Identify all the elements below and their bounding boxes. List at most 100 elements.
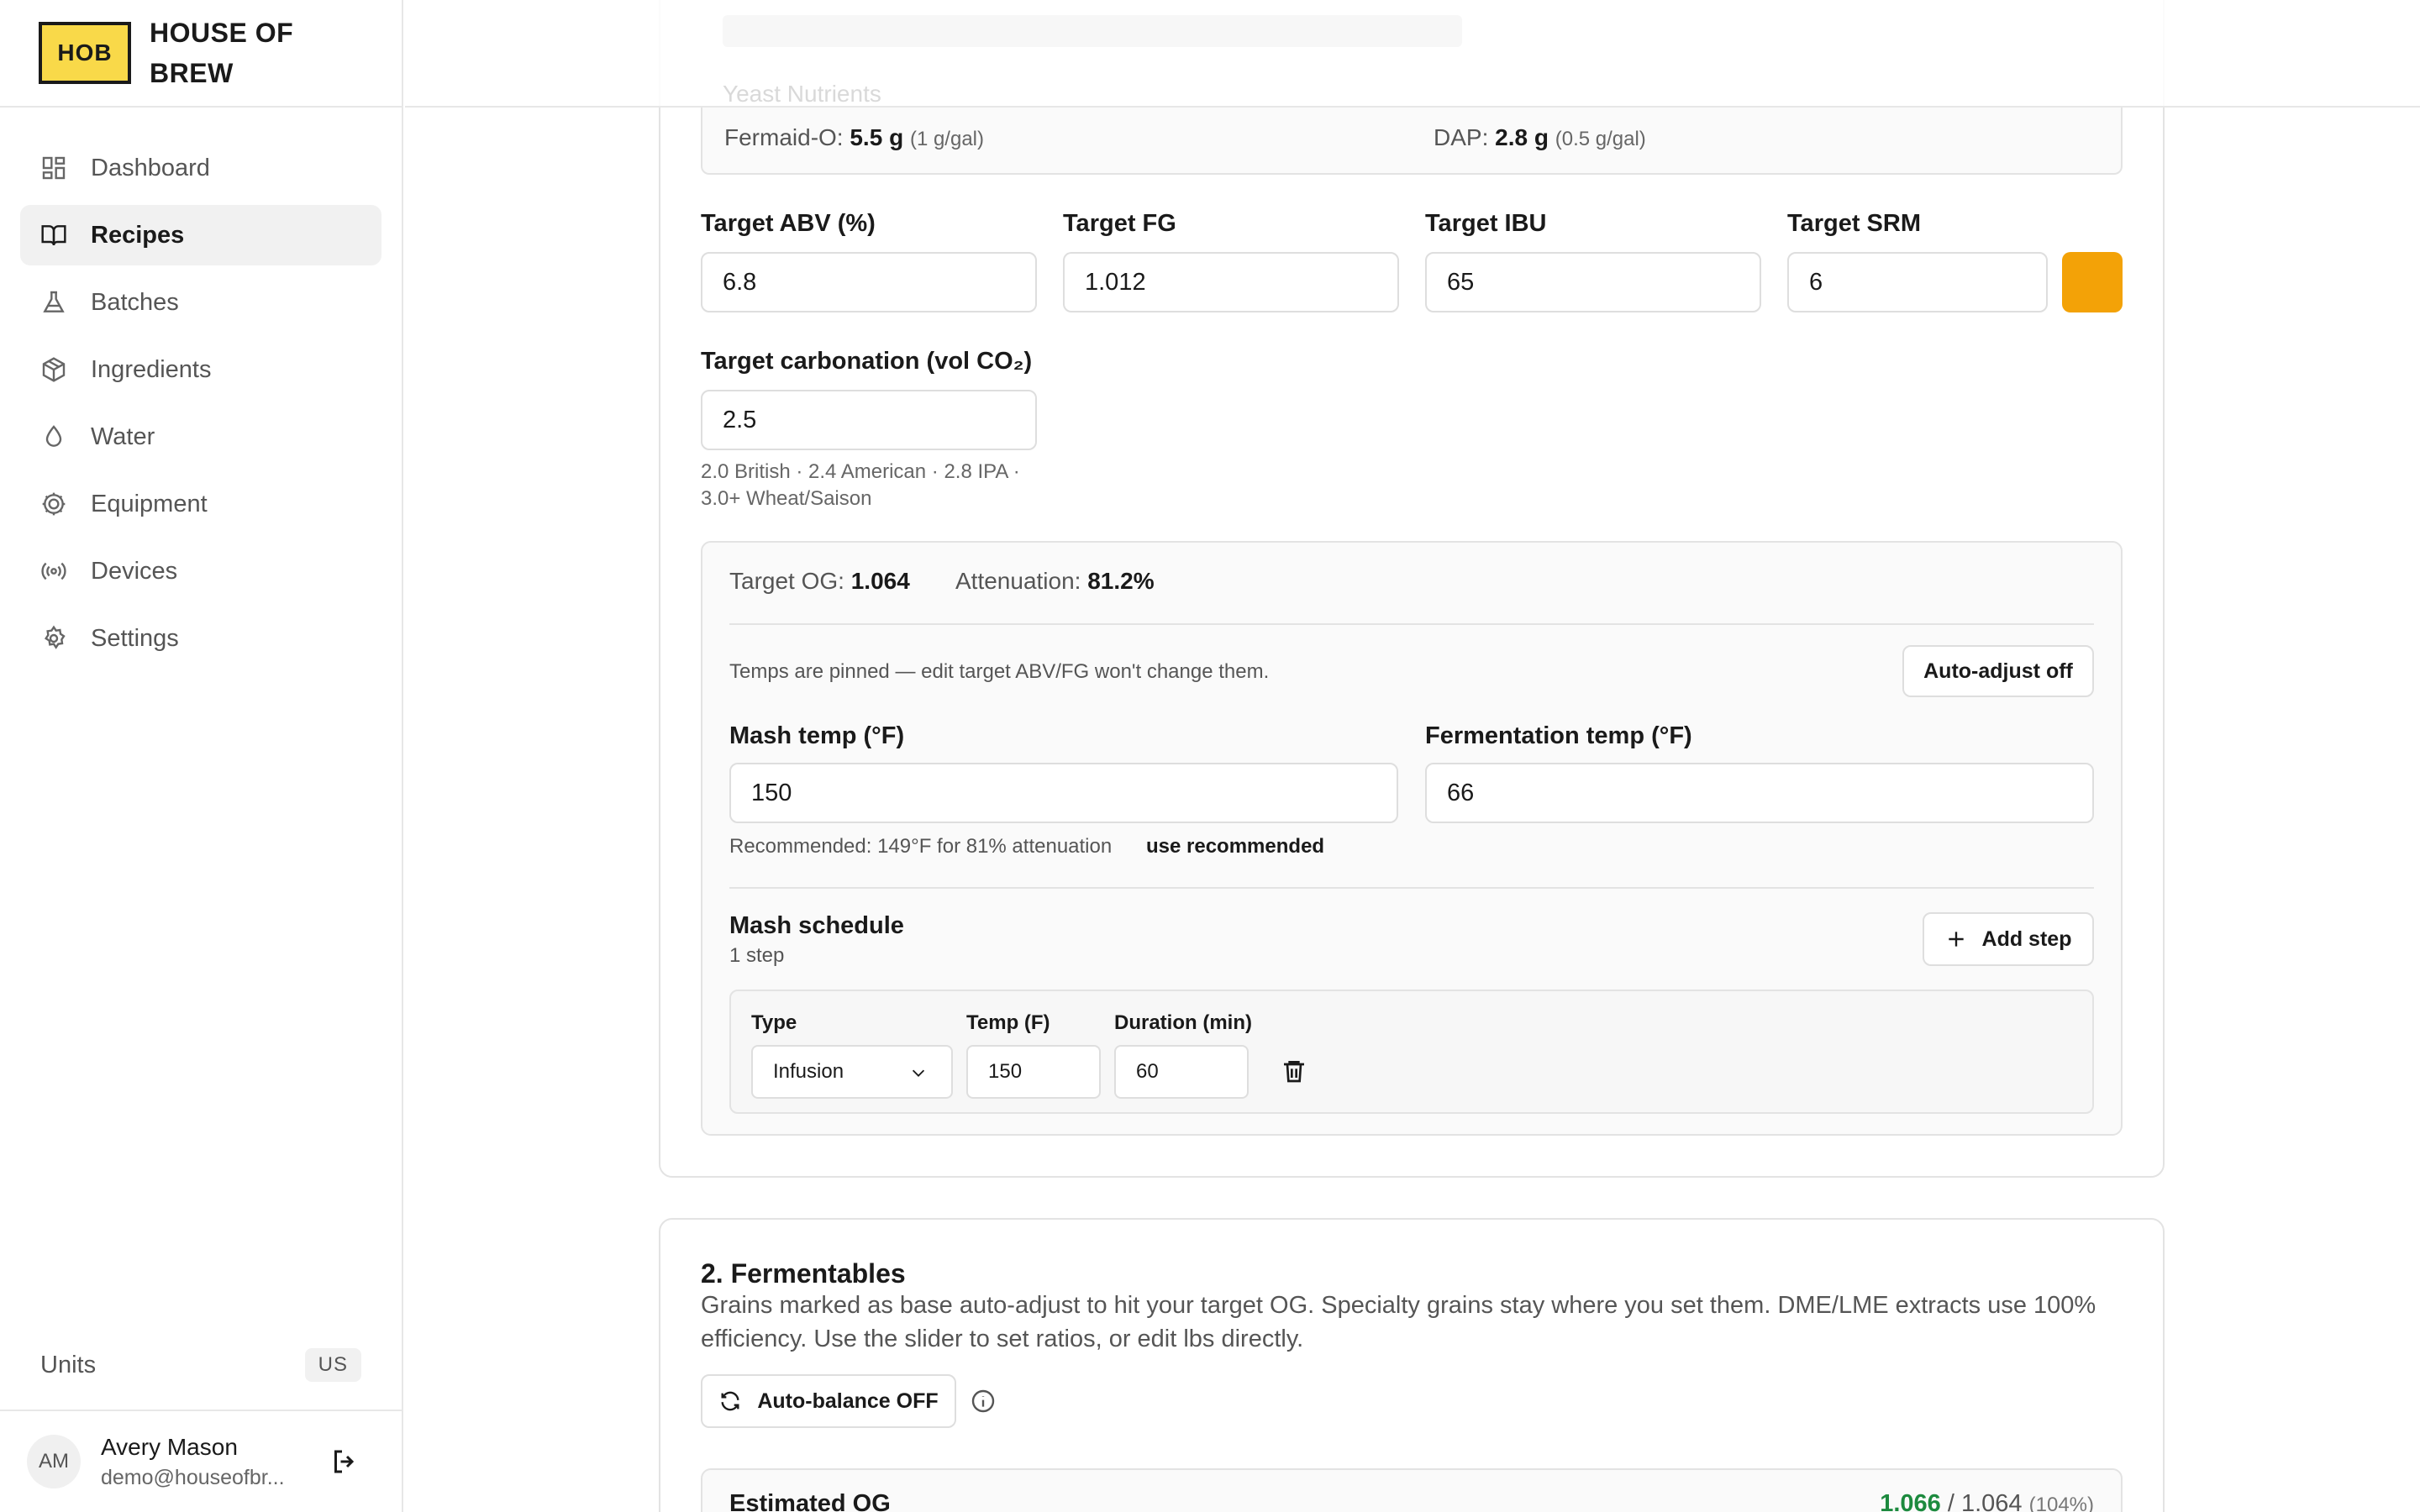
attenuation-stat: Attenuation: 81.2% [955,568,1155,595]
units-badge[interactable]: US [304,1348,361,1382]
sidebar-item-water[interactable]: Water [20,407,381,467]
sidebar-item-label: Recipes [91,221,185,249]
brand-logo[interactable]: HOB [39,22,131,84]
dap-value: DAP: 2.8 g (0.5 g/gal) [1434,124,1646,151]
target-ibu-input[interactable]: 65 [1425,252,1761,312]
sidebar-nav: Dashboard Recipes Batches Ingredients Wa… [0,108,402,669]
auto-balance-button[interactable]: Auto-balance OFF [701,1374,956,1428]
sidebar: HOB HOUSE OF BREW Dashboard Recipes Batc… [0,0,403,1512]
sidebar-item-devices[interactable]: Devices [20,541,381,601]
sidebar-item-recipes[interactable]: Recipes [20,205,381,265]
sidebar-item-label: Equipment [91,490,208,517]
book-icon [41,225,66,246]
dap-rate: (0.5 g/gal) [1555,128,1646,150]
gear-icon [45,625,66,649]
sidebar-item-label: Settings [91,624,179,652]
target-abv-input[interactable]: 6.8 [701,252,1037,312]
recommended-mash-note: Recommended: 149°F for 81% attenuation [729,835,1113,858]
avatar[interactable]: AM [27,1435,81,1488]
fermentables-title: 2. Fermentables [701,1258,906,1289]
target-srm-input[interactable]: 6 [1787,252,2048,312]
step-type-select[interactable]: Infusion [751,1045,953,1099]
sidebar-item-label: Dashboard [91,154,210,181]
step-temp-input[interactable]: 150 [966,1045,1101,1099]
step-duration-input[interactable]: 60 [1114,1045,1249,1099]
user-profile: AM Avery Mason demo@houseofbr... [0,1410,402,1512]
attenuation-value: 81.2% [1087,568,1155,594]
target-carbonation-input[interactable]: 2.5 [701,390,1037,450]
trash-icon[interactable] [1281,1057,1307,1085]
info-icon[interactable] [970,1388,997,1415]
fermentables-description: Grains marked as base auto-adjust to hit… [701,1292,2096,1352]
estimated-og-percent: (104%) [2028,1494,2094,1512]
target-carbonation-label: Target carbonation (vol CO₂) [701,348,1033,375]
divider [729,623,2094,625]
mash-schedule-title: Mash schedule [729,912,904,939]
sidebar-item-label: Water [91,423,155,450]
auto-balance-label: Auto-balance OFF [757,1389,939,1413]
radio-icon [41,562,66,580]
fermentation-temp-label: Fermentation temp (°F) [1425,722,1692,749]
target-abv-label: Target ABV (%) [701,210,876,237]
fermaid-o-rate: (1 g/gal) [909,128,984,150]
sidebar-item-equipment[interactable]: Equipment [20,474,381,534]
mash-temp-input[interactable]: 150 [729,763,1398,823]
sidebar-item-ingredients[interactable]: Ingredients [20,339,381,400]
step-type-value: Infusion [773,1060,844,1083]
target-og-label: Target OG: [729,568,844,594]
chevron-down-icon [912,1069,925,1077]
target-srm-label: Target SRM [1787,210,1921,237]
sidebar-item-label: Batches [91,288,179,316]
user-name: Avery Mason [101,1433,238,1460]
droplet-icon [45,425,62,447]
target-fg-label: Target FG [1063,210,1176,237]
estimated-og-label: Estimated OG [729,1490,891,1512]
sidebar-item-dashboard[interactable]: Dashboard [20,138,381,198]
brand[interactable]: HOB HOUSE OF BREW [0,0,402,108]
logout-icon[interactable] [329,1446,360,1477]
yeast-nutrients-box: Fermaid-O: 5.5 g (1 g/gal) DAP: 2.8 g (0… [701,108,2123,175]
user-email: demo@houseofbr... [101,1465,285,1489]
divider [729,887,2094,889]
target-og-reference: / 1.064 [1947,1490,2023,1512]
dap-label: DAP: [1434,124,1489,150]
top-bar [405,0,2420,108]
use-recommended-link[interactable]: use recommended [1146,835,1324,858]
package-icon [42,357,66,382]
temps-pinned-note: Temps are pinned — edit target ABV/FG wo… [729,660,1270,683]
duration-column-label: Duration (min) [1114,1011,1252,1034]
fermentation-temp-input[interactable]: 66 [1425,763,2094,823]
units-label: Units [40,1351,97,1378]
fermaid-o-amount: 5.5 g [850,124,904,150]
brand-name[interactable]: HOUSE OF BREW [150,13,334,93]
carbonation-hint: 2.0 British · 2.4 American · 2.8 IPA · 3… [701,460,1020,510]
sidebar-item-settings[interactable]: Settings [20,608,381,669]
sidebar-item-label: Devices [91,557,178,585]
user-info: Avery Mason demo@houseofbr... [101,1434,302,1490]
auto-adjust-button[interactable]: Auto-adjust off [1902,645,2094,697]
estimated-og-number: 1.066 [1880,1490,1941,1512]
dap-amount: 2.8 g [1495,124,1549,150]
target-fg-input[interactable]: 1.012 [1063,252,1399,312]
sidebar-item-batches[interactable]: Batches [20,272,381,333]
mash-temp-label: Mash temp (°F) [729,722,905,749]
type-column-label: Type [751,1011,797,1034]
temp-column-label: Temp (F) [966,1011,1050,1034]
cog-icon [42,492,66,516]
units-toggle[interactable]: Units US [40,1348,361,1382]
fermaid-o-label: Fermaid-O: [724,124,844,150]
target-ibu-label: Target IBU [1425,210,1547,237]
plus-icon [1948,932,1964,947]
add-step-button[interactable]: Add step [1923,912,2094,966]
yeast-nutrients-label: Yeast Nutrients [723,81,881,107]
target-og-stat: Target OG: 1.064 [729,568,910,595]
add-step-label: Add step [1981,927,2072,951]
fermaid-o-value: Fermaid-O: 5.5 g (1 g/gal) [724,124,984,151]
dashboard-icon [42,156,66,180]
sidebar-item-label: Ingredients [91,355,212,383]
mash-schedule-count: 1 step [729,944,785,967]
srm-color-swatch [2062,252,2123,312]
faded-content [723,15,1462,47]
flask-icon [43,291,65,312]
attenuation-label: Attenuation: [955,568,1081,594]
